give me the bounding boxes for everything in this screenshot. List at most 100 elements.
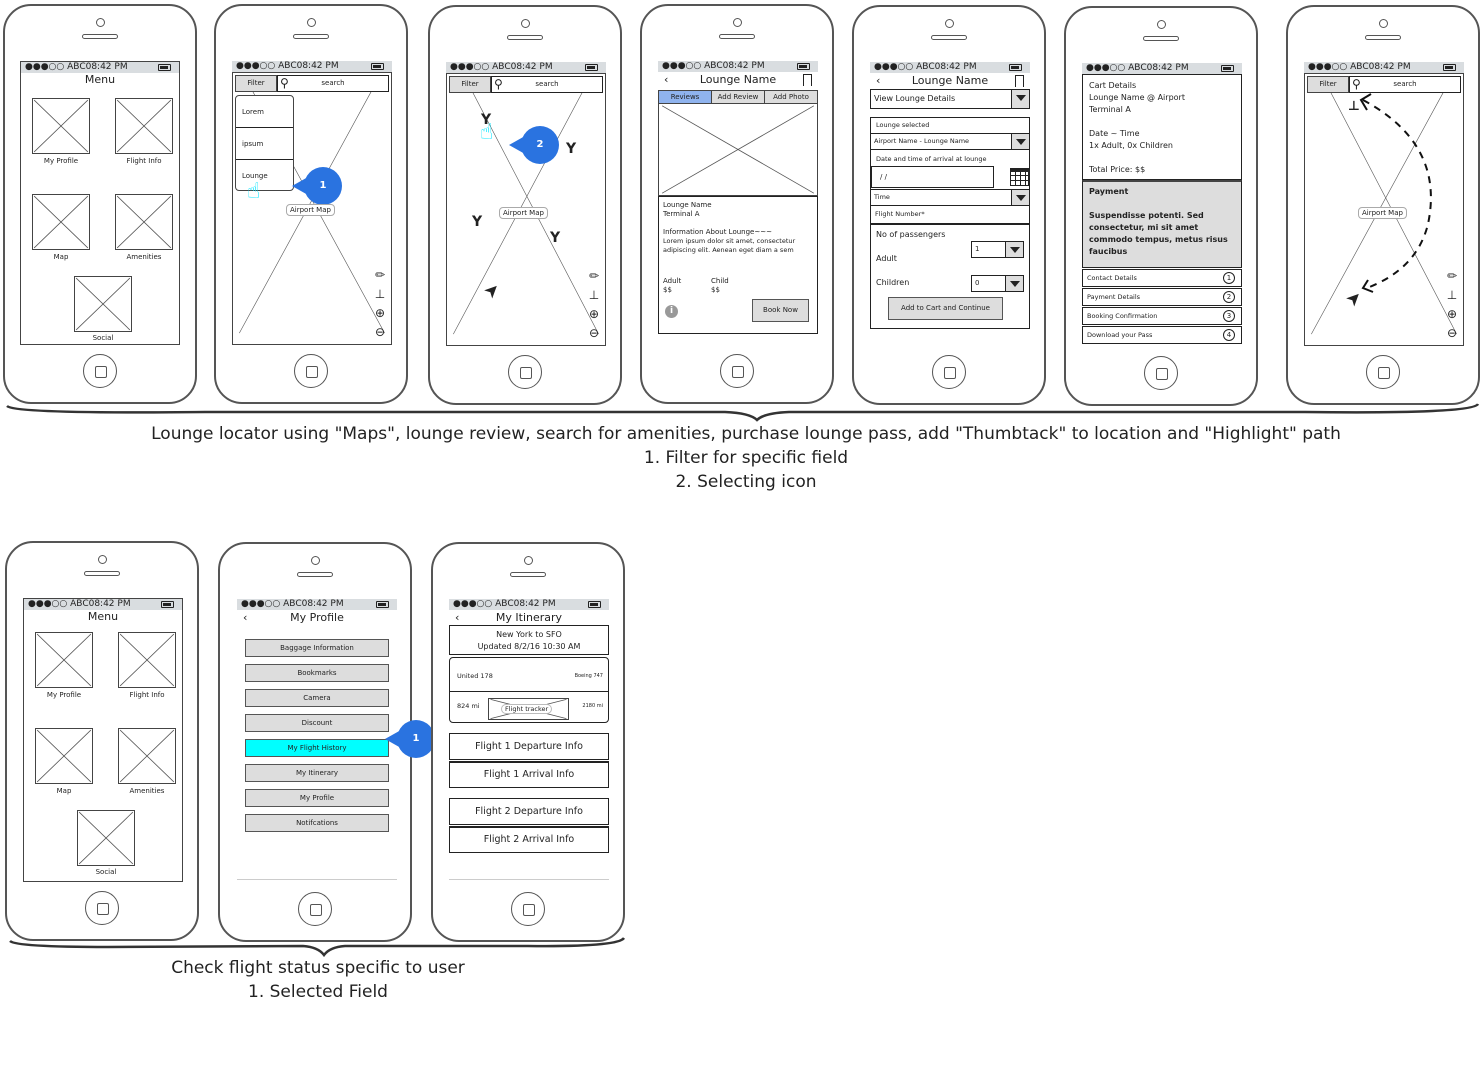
- zoom-in-icon[interactable]: ⊕: [586, 305, 602, 324]
- profile-item-my-profile[interactable]: My Profile: [245, 789, 389, 807]
- back-chevron-icon[interactable]: ‹: [876, 73, 880, 89]
- profile-item-bookmarks[interactable]: Bookmarks: [245, 664, 389, 682]
- filter-button[interactable]: Filter: [449, 76, 491, 93]
- adult-count-select[interactable]: 1: [971, 241, 1024, 258]
- lounge-info-body: Lorem ipsum dolor sit amet, consectetur …: [663, 237, 796, 254]
- lounge-cocktail-icon[interactable]: Y: [550, 231, 560, 245]
- time-select[interactable]: Time: [871, 189, 1029, 206]
- add-to-cart-button[interactable]: Add to Cart and Continue: [888, 297, 1003, 320]
- home-button[interactable]: [932, 355, 966, 389]
- home-button[interactable]: [511, 892, 545, 926]
- calendar-icon[interactable]: [1010, 168, 1029, 186]
- map-area[interactable]: ⊥ ➤ Filter ⚲ search Airport Map ✏ ⊥ ⊕ ⊖: [1304, 73, 1464, 346]
- filter-button[interactable]: Filter: [235, 75, 277, 92]
- lounge-cocktail-icon[interactable]: Y: [472, 215, 482, 229]
- menu-tile-my-profile[interactable]: [32, 98, 90, 154]
- page-title: My Profile: [290, 611, 344, 624]
- chevron-down-icon: [1005, 242, 1023, 257]
- home-button[interactable]: [1144, 356, 1178, 390]
- search-input[interactable]: ⚲ search: [491, 76, 603, 93]
- search-input[interactable]: ⚲ search: [1349, 76, 1461, 93]
- step-payment-details[interactable]: Payment Details 2: [1082, 288, 1242, 306]
- home-button[interactable]: [1366, 355, 1400, 389]
- lounge-tabs: Reviews Add Review Add Photo: [658, 90, 818, 104]
- step-contact-details[interactable]: Contact Details 1: [1082, 269, 1242, 287]
- menu-tile-social[interactable]: [77, 810, 135, 866]
- profile-item-discount[interactable]: Discount: [245, 714, 389, 732]
- children-count-select[interactable]: 0: [971, 275, 1024, 292]
- select-value: Time: [874, 193, 890, 201]
- menu-tile-my-profile[interactable]: [35, 632, 93, 688]
- profile-item-itinerary[interactable]: My Itinerary: [245, 764, 389, 782]
- filter-option-lounge[interactable]: Lounge: [236, 160, 293, 192]
- lounge-select[interactable]: Airport Name - Lounge Name: [871, 133, 1029, 150]
- flight-2-arrival[interactable]: Flight 2 Arrival Info: [449, 826, 609, 853]
- filter-option[interactable]: Lorem: [236, 96, 293, 128]
- home-button[interactable]: [720, 354, 754, 388]
- thumbtack-icon[interactable]: ⊥: [1444, 286, 1460, 305]
- thumbtack-icon[interactable]: ⊥: [372, 285, 388, 304]
- zoom-out-icon[interactable]: ⊖: [586, 324, 602, 343]
- menu-tile-amenities[interactable]: [115, 194, 173, 250]
- flight-number-input[interactable]: Flight Number*: [871, 206, 1029, 225]
- back-chevron-icon[interactable]: ‹: [664, 72, 668, 88]
- flight-2-departure[interactable]: Flight 2 Departure Info: [449, 798, 609, 825]
- pencil-icon[interactable]: ✏: [372, 266, 388, 285]
- filter-button[interactable]: Filter: [1307, 76, 1349, 93]
- view-lounge-details-select[interactable]: View Lounge Details: [870, 89, 1030, 109]
- step-download-pass[interactable]: Download your Pass 4: [1082, 326, 1242, 344]
- phone-itinerary: ●●●○○ ABC08:42 PM ‹ My Itinerary New Yor…: [431, 542, 625, 942]
- menu-tile-map[interactable]: [32, 194, 90, 250]
- info-icon[interactable]: i: [665, 305, 678, 318]
- menu-tile-social[interactable]: [74, 276, 132, 332]
- map-area[interactable]: Filter ⚲ search Y ☝ 2 Y Y Y Airport Map ➤…: [446, 73, 606, 346]
- tab-reviews[interactable]: Reviews: [659, 91, 712, 103]
- profile-item-camera[interactable]: Camera: [245, 689, 389, 707]
- flight-1-arrival[interactable]: Flight 1 Arrival Info: [449, 761, 609, 788]
- menu-tile-amenities[interactable]: [118, 728, 176, 784]
- top-group-brace: [6, 403, 1480, 422]
- status-bar: ●●●○○ ABC08:42 PM: [446, 62, 606, 73]
- menu-tile-flight-info[interactable]: [115, 98, 173, 154]
- zoom-out-icon[interactable]: ⊖: [372, 323, 388, 342]
- home-button[interactable]: [508, 355, 542, 389]
- flight-1-departure[interactable]: Flight 1 Departure Info: [449, 733, 609, 760]
- home-button[interactable]: [83, 354, 117, 388]
- search-input[interactable]: ⚲ search: [277, 75, 389, 92]
- back-chevron-icon[interactable]: ‹: [455, 610, 459, 625]
- zoom-in-icon[interactable]: ⊕: [1444, 305, 1460, 324]
- menu-tile-map[interactable]: [35, 728, 93, 784]
- status-bar: ●●●○○ ABC08:42 PM: [232, 61, 392, 72]
- profile-item-baggage[interactable]: Baggage Information: [245, 639, 389, 657]
- home-button[interactable]: [294, 354, 328, 388]
- pencil-icon[interactable]: ✏: [1444, 267, 1460, 286]
- my-profile-screen: ●●●○○ ABC08:42 PM ‹ My Profile Baggage I…: [237, 599, 397, 880]
- back-chevron-icon[interactable]: ‹: [243, 610, 247, 626]
- tab-add-photo[interactable]: Add Photo: [765, 91, 817, 103]
- zoom-in-icon[interactable]: ⊕: [372, 304, 388, 323]
- lounge-cocktail-icon[interactable]: Y: [566, 142, 576, 156]
- status-signal: ●●●○○: [236, 61, 276, 71]
- map-area[interactable]: Filter ⚲ search Lorem ipsum Lounge ☝ 1 Ai…: [232, 72, 392, 345]
- profile-item-notifications[interactable]: Notifcations: [245, 814, 389, 832]
- flight-tracker[interactable]: Flight tracker: [488, 698, 569, 720]
- menu-label: Amenities: [129, 787, 165, 795]
- tab-add-review[interactable]: Add Review: [712, 91, 765, 103]
- thumbtack-icon[interactable]: ⊥: [586, 286, 602, 305]
- distance-remaining: 2180 mi: [582, 703, 603, 709]
- home-button[interactable]: [85, 891, 119, 925]
- thumbtack-icon[interactable]: ⊥: [1348, 99, 1360, 114]
- search-placeholder: search: [535, 80, 559, 88]
- pencil-icon[interactable]: ✏: [586, 267, 602, 286]
- menu-label: Map: [53, 253, 69, 261]
- home-button[interactable]: [298, 892, 332, 926]
- book-now-button[interactable]: Book Now: [752, 299, 809, 322]
- bookmark-icon[interactable]: [1015, 75, 1024, 87]
- filter-option[interactable]: ipsum: [236, 128, 293, 160]
- zoom-out-icon[interactable]: ⊖: [1444, 324, 1460, 343]
- bookmark-icon[interactable]: [803, 74, 812, 86]
- date-input[interactable]: / /: [871, 166, 994, 188]
- step-booking-confirmation[interactable]: Booking Confirmation 3: [1082, 307, 1242, 325]
- profile-item-flight-history[interactable]: My Flight History: [245, 739, 389, 757]
- menu-tile-flight-info[interactable]: [118, 632, 176, 688]
